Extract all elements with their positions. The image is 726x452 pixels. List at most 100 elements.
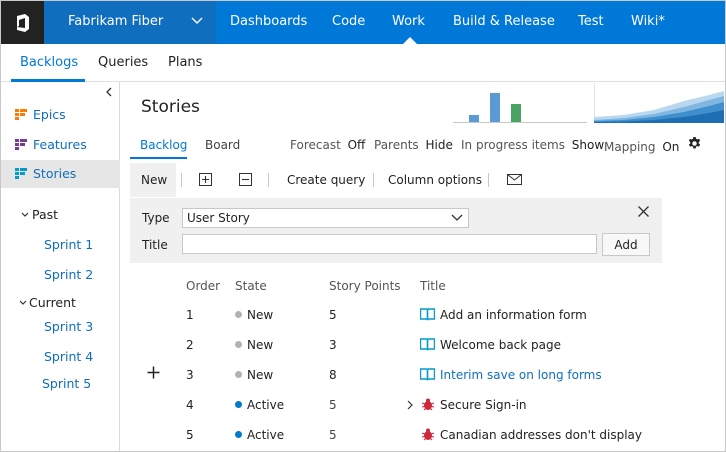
chevron-down-icon[interactable] [18, 298, 28, 308]
title-cell[interactable]: Canadian addresses don't display [440, 428, 642, 442]
column-header-state[interactable]: State [235, 279, 267, 293]
toolbar-separator [488, 173, 489, 187]
feature-icon [15, 139, 27, 150]
story-points-cell: 3 [329, 338, 337, 352]
backlog-level-label: Epics [33, 107, 66, 122]
mapping-toggle[interactable]: Mapping On [604, 140, 679, 154]
sprint-link[interactable]: Sprint 5 [42, 376, 91, 391]
tab-board[interactable]: Board [205, 138, 240, 152]
title-cell[interactable]: Secure Sign-in [440, 398, 527, 412]
backlog-level-label: Stories [33, 166, 77, 181]
nav-test[interactable]: Test [578, 14, 604, 29]
expand-all-icon[interactable] [199, 173, 212, 186]
chevron-down-icon[interactable] [20, 210, 30, 220]
subnav-backlogs[interactable]: Backlogs [20, 55, 78, 70]
subnav-queries[interactable]: Queries [98, 55, 148, 70]
cumulative-flow-thumbnail[interactable] [594, 83, 724, 123]
top-navigation-bar: Fabrikam Fiber Dashboards Code Work Buil… [1, 1, 725, 44]
nav-code[interactable]: Code [332, 14, 365, 29]
sub-navigation: Backlogs Queries Plans [1, 44, 725, 82]
tab-backlog[interactable]: Backlog [140, 138, 187, 152]
gear-icon[interactable] [687, 136, 702, 151]
column-header-story-points[interactable]: Story Points [329, 279, 401, 293]
nav-wiki[interactable]: Wiki* [631, 14, 665, 29]
title-cell[interactable]: Add an information form [440, 308, 587, 322]
forecast-value: Off [347, 138, 366, 152]
order-cell: 1 [186, 308, 194, 322]
state-cell: New [235, 338, 273, 352]
state-dot-icon [235, 311, 242, 318]
subnav-plans[interactable]: Plans [168, 55, 202, 70]
backlog-level-stories[interactable]: Stories [1, 160, 120, 188]
mapping-label: Mapping [604, 140, 656, 154]
state-dot-icon [235, 401, 242, 408]
backlog-level-epics[interactable]: Epics [1, 101, 120, 129]
new-item-button[interactable]: New [141, 173, 167, 187]
story-icon [15, 168, 27, 179]
add-child-plus-icon[interactable] [147, 366, 160, 379]
chevron-down-icon [191, 17, 203, 24]
project-selector[interactable]: Fabrikam Fiber [44, 1, 216, 44]
iteration-group-current[interactable]: Current [29, 295, 76, 310]
sprint-link[interactable]: Sprint 3 [44, 319, 93, 334]
collapse-pane-icon[interactable] [104, 86, 114, 98]
state-text: Active [247, 398, 285, 412]
close-icon[interactable] [637, 205, 650, 218]
story-points-cell: 5 [329, 428, 337, 442]
forecast-toggle[interactable]: Forecast Off [290, 138, 365, 152]
state-cell: Active [235, 428, 284, 442]
order-cell: 5 [186, 428, 194, 442]
backlog-level-features[interactable]: Features [1, 131, 120, 159]
chevron-right-icon[interactable] [406, 400, 414, 410]
column-header-order[interactable]: Order [186, 279, 220, 293]
velocity-chart-thumbnail[interactable] [453, 83, 587, 123]
epic-icon [15, 109, 27, 120]
toolbar-separator [373, 173, 374, 187]
nav-build-release[interactable]: Build & Release [453, 14, 555, 29]
title-field[interactable] [182, 234, 597, 254]
email-icon[interactable] [507, 174, 522, 185]
state-dot-icon [235, 341, 242, 348]
backlog-left-pane: Epics Features Stories Past Sprint 1 Spr… [1, 82, 120, 451]
type-value: User Story [187, 211, 250, 225]
nav-work[interactable]: Work [392, 14, 425, 29]
product-logo[interactable] [1, 1, 44, 44]
sprint-link[interactable]: Sprint 4 [44, 349, 93, 364]
sprint-link[interactable]: Sprint 1 [44, 237, 93, 252]
in-progress-label: In progress items [461, 138, 565, 152]
state-text: New [247, 338, 274, 352]
state-text: New [247, 368, 274, 382]
toolbar-separator [268, 173, 269, 187]
chevron-down-icon [451, 214, 463, 221]
parents-toggle[interactable]: Parents Hide [374, 138, 453, 152]
page-title: Stories [141, 97, 200, 117]
collapse-all-icon[interactable] [239, 173, 252, 186]
user-story-icon [420, 368, 435, 381]
title-label: Title [142, 238, 168, 252]
state-cell: Active [235, 398, 284, 412]
iteration-group-past[interactable]: Past [32, 207, 58, 222]
project-name: Fabrikam Fiber [68, 14, 164, 29]
add-button[interactable]: Add [602, 233, 650, 256]
vsts-logo-icon [16, 13, 29, 32]
type-label: Type [142, 211, 170, 225]
column-header-title[interactable]: Title [420, 279, 446, 293]
backlog-level-label: Features [33, 137, 87, 152]
in-progress-toggle[interactable]: In progress items Show [461, 138, 604, 152]
title-link[interactable]: Interim save on long forms [440, 368, 602, 382]
bug-icon [421, 398, 435, 411]
nav-dashboards[interactable]: Dashboards [230, 14, 307, 29]
in-progress-value: Show [571, 138, 605, 152]
order-cell: 3 [186, 368, 194, 382]
active-nav-indicator [403, 37, 417, 44]
order-cell: 2 [186, 338, 194, 352]
title-cell[interactable]: Welcome back page [440, 338, 561, 352]
create-query-button[interactable]: Create query [287, 173, 365, 187]
column-options-button[interactable]: Column options [388, 173, 482, 187]
sprint-link[interactable]: Sprint 2 [44, 267, 93, 282]
user-story-icon [420, 308, 435, 321]
state-cell: New [235, 308, 273, 322]
state-cell: New [235, 368, 273, 382]
state-text: Active [247, 428, 285, 442]
work-item-type-select[interactable]: User Story [182, 208, 469, 228]
